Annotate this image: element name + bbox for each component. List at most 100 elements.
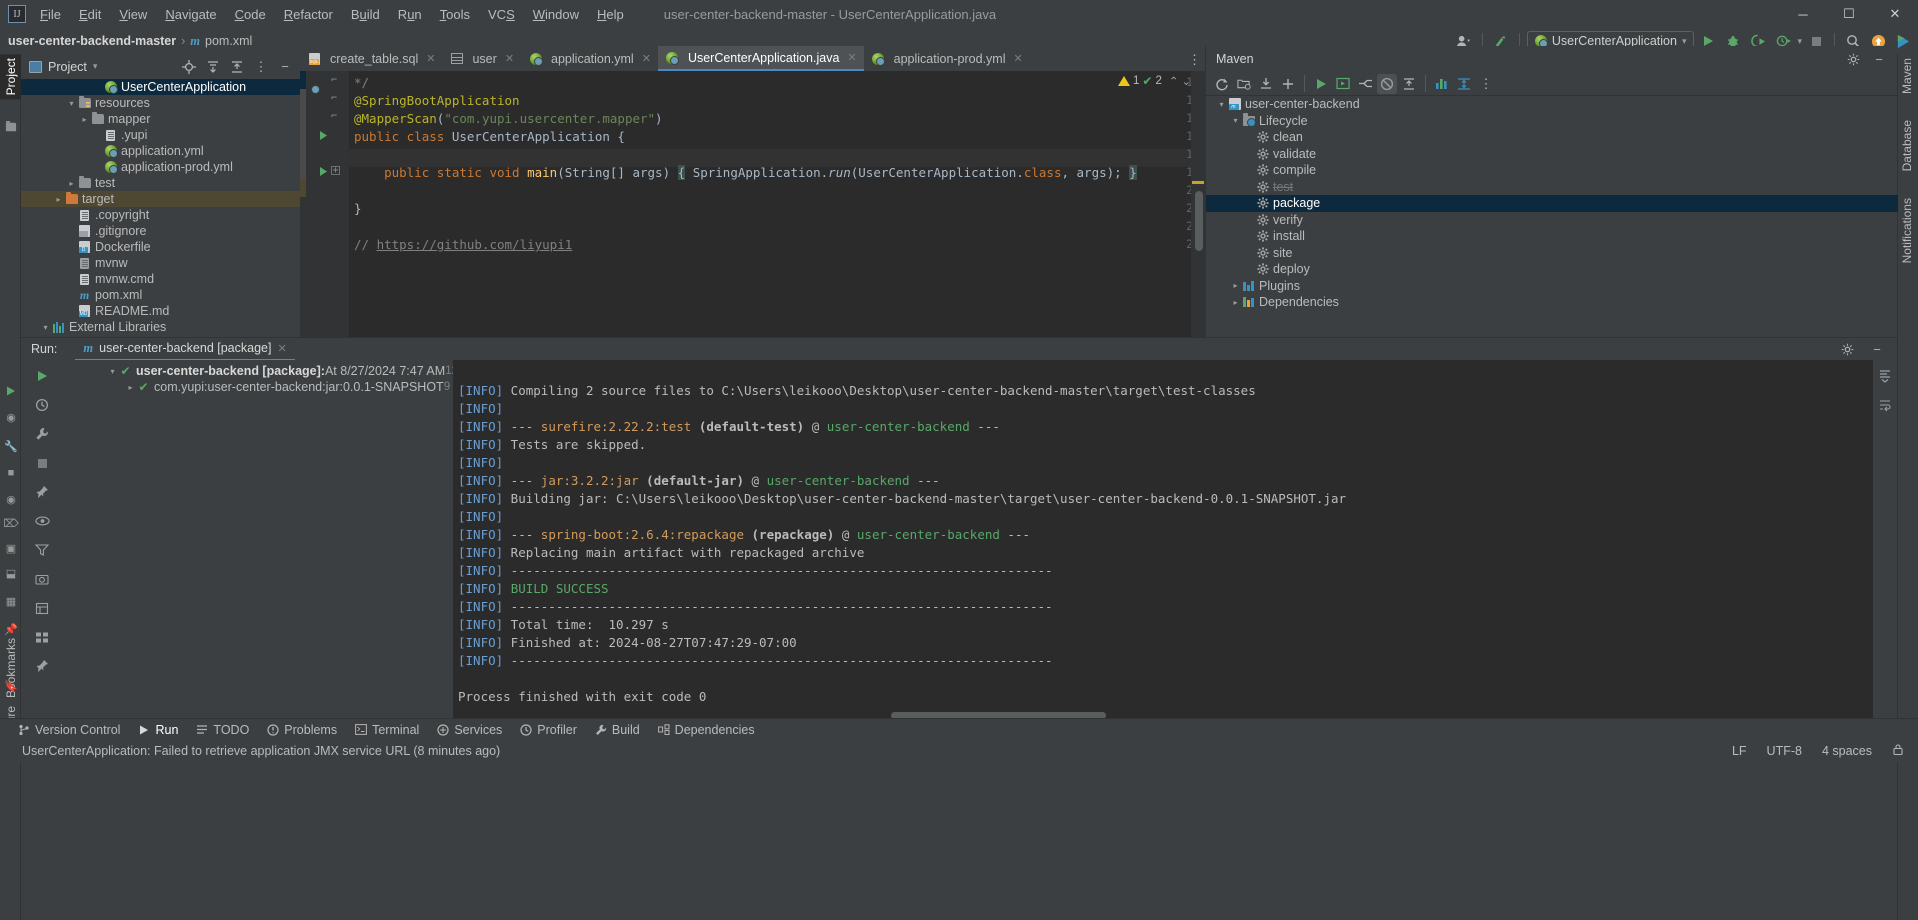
close-button[interactable]: ✕ <box>1872 0 1918 28</box>
maven-tree-row[interactable]: compile <box>1206 162 1898 179</box>
camera-icon[interactable] <box>31 569 53 589</box>
maven-tree-row[interactable]: clean <box>1206 129 1898 146</box>
line-separator[interactable]: LF <box>1732 744 1747 758</box>
maven-tree-row[interactable]: deploy <box>1206 261 1898 278</box>
rerun-icon[interactable] <box>31 366 53 386</box>
run-tree-row[interactable]: ▸ ✔ com.yupi:user-center-backend:jar:0.0.1… <box>63 379 508 395</box>
project-tree-row[interactable]: UserCenterApplication <box>21 79 300 95</box>
editor-tab[interactable]: application-prod.yml ✕ <box>864 46 1030 71</box>
bottom-bar-item-todo[interactable]: TODO <box>196 723 249 737</box>
expand-all-icon[interactable] <box>202 56 224 78</box>
show-dependency-analyzer-icon[interactable] <box>1432 74 1452 94</box>
close-tab-icon[interactable]: ✕ <box>847 51 856 64</box>
chevron-right-icon[interactable]: ▸ <box>79 114 90 125</box>
run-goal-icon[interactable] <box>1311 74 1331 94</box>
project-tree-row[interactable]: ▸ test <box>21 175 300 191</box>
chevron-down-icon[interactable]: ▾ <box>1230 115 1241 126</box>
chevron-right-icon[interactable]: ▸ <box>1230 280 1241 291</box>
breadcrumb-file[interactable]: pom.xml <box>205 34 252 48</box>
push-icon[interactable] <box>31 656 53 676</box>
more-options-icon[interactable]: ⋮ <box>250 56 272 78</box>
collapse-all-icon[interactable] <box>1399 74 1419 94</box>
sidebar-item-database[interactable]: Database <box>1896 116 1918 175</box>
maven-tree-row[interactable]: ▸ Dependencies <box>1206 294 1898 311</box>
menu-view[interactable]: View <box>119 7 147 22</box>
sidebar-item-project[interactable]: Project <box>0 54 22 100</box>
fold-expand-marker[interactable]: + <box>331 166 340 176</box>
run-tree-row[interactable]: ▾ ✔ user-center-backend [package]: At 8/27… <box>63 363 523 379</box>
close-tab-icon[interactable]: ✕ <box>1013 52 1022 65</box>
project-tree-row[interactable]: .copyright <box>21 207 300 223</box>
scroll-to-end-icon[interactable] <box>1874 366 1896 386</box>
code-line[interactable]: */ <box>354 75 369 90</box>
menu-tools[interactable]: Tools <box>440 7 470 22</box>
run-class-gutter-icon[interactable] <box>318 129 329 144</box>
maximize-button[interactable]: ☐ <box>1826 0 1872 28</box>
project-panel-title-group[interactable]: Project ▾ <box>29 60 97 74</box>
project-tree-row[interactable]: ▾ External Libraries <box>21 319 300 335</box>
grid-icon[interactable]: ▦ <box>4 594 18 608</box>
collapse-all-icon[interactable] <box>226 56 248 78</box>
fold-marker-comment[interactable]: ⌐ <box>331 75 337 86</box>
bottom-bar-item-profiler[interactable]: Profiler <box>520 723 577 737</box>
hide-panel-icon[interactable]: − <box>1867 339 1887 359</box>
minimize-button[interactable]: ─ <box>1780 0 1826 28</box>
toggle-skip-tests-icon[interactable] <box>1355 74 1375 94</box>
editor-tab[interactable]: application.yml ✕ <box>521 46 658 71</box>
code-line[interactable]: @SpringBootApplication <box>354 93 520 108</box>
bottom-bar-item-dependencies[interactable]: Dependencies <box>657 723 755 737</box>
camera-icon[interactable]: ▣ <box>4 541 18 555</box>
lock-icon[interactable] <box>1892 743 1904 759</box>
export-icon[interactable] <box>31 598 53 618</box>
soft-wrap-icon[interactable] <box>1874 395 1896 415</box>
hide-panel-icon[interactable]: − <box>274 56 296 78</box>
next-highlight-icon[interactable]: ⌄ <box>1182 74 1192 88</box>
bottom-bar-item-run[interactable]: Run <box>138 723 178 737</box>
settings-icon[interactable] <box>1837 339 1857 359</box>
editor-tab[interactable]: user ✕ <box>442 46 521 71</box>
toggle-offline-mode-icon[interactable] <box>1377 73 1397 94</box>
maven-tree-row[interactable]: verify <box>1206 212 1898 229</box>
project-tree-row[interactable]: D Dockerfile <box>21 239 300 255</box>
project-tree-row[interactable]: mvnw.cmd <box>21 271 300 287</box>
settings-icon[interactable] <box>1843 49 1863 69</box>
menu-edit[interactable]: Edit <box>79 7 101 22</box>
menu-run[interactable]: Run <box>398 7 422 22</box>
indent-setting[interactable]: 4 spaces <box>1822 744 1872 758</box>
editor-tab[interactable]: UserCenterApplication.java ✕ <box>657 46 864 71</box>
wrench-icon[interactable] <box>31 424 53 444</box>
chevron-right-icon[interactable]: ▸ <box>66 178 77 189</box>
filter-icon[interactable]: ⌦ <box>3 516 19 530</box>
project-tree-row[interactable]: .gitignore <box>21 223 300 239</box>
stop-icon[interactable]: ■ <box>4 466 18 480</box>
export-icon[interactable]: ⬓ <box>4 566 18 580</box>
project-tree-row[interactable]: application-prod.yml <box>21 159 300 175</box>
close-tab-icon[interactable]: ✕ <box>426 52 435 65</box>
bottom-bar-item-terminal[interactable]: Terminal <box>355 723 419 737</box>
chevron-down-icon[interactable]: ▾ <box>93 61 98 72</box>
rerun-icon[interactable] <box>4 384 18 398</box>
execute-maven-goal-icon[interactable] <box>1333 74 1353 94</box>
maven-tree-row[interactable]: validate <box>1206 146 1898 163</box>
close-icon[interactable]: ✕ <box>277 342 286 355</box>
editor-more-icon[interactable]: ⋮ <box>1188 52 1201 68</box>
chevron-down-icon[interactable]: ▾ <box>40 322 51 333</box>
more-options-icon[interactable]: ⋮ <box>1476 74 1496 94</box>
status-message[interactable]: UserCenterApplication: Failed to retriev… <box>22 744 500 758</box>
run-tree[interactable]: ▾ ✔ user-center-backend [package]: At 8/27… <box>63 360 523 720</box>
grid-icon[interactable] <box>31 627 53 647</box>
add-icon[interactable] <box>1278 74 1298 94</box>
bottom-bar-item-version-control[interactable]: Version Control <box>18 723 120 737</box>
file-encoding[interactable]: UTF-8 <box>1767 744 1802 758</box>
add-maven-project-icon[interactable] <box>1234 74 1254 94</box>
editor-scrollbar-thumb[interactable] <box>1195 191 1203 251</box>
project-tree-row[interactable]: MD README.md <box>21 303 300 319</box>
editor-tabs[interactable]: SQL create_table.sql ✕ user ✕ application.yml… <box>300 46 1205 71</box>
code-line[interactable]: } <box>354 201 362 216</box>
debug-rerun-icon[interactable]: ◉ <box>4 410 18 424</box>
menu-help[interactable]: Help <box>597 7 624 22</box>
console-output[interactable]: [INFO] Compiling 2 source files to C:\Us… <box>453 360 1873 720</box>
expand-icon[interactable] <box>1454 74 1474 94</box>
filter-icon[interactable] <box>31 540 53 560</box>
maven-tree-row[interactable]: site <box>1206 245 1898 262</box>
